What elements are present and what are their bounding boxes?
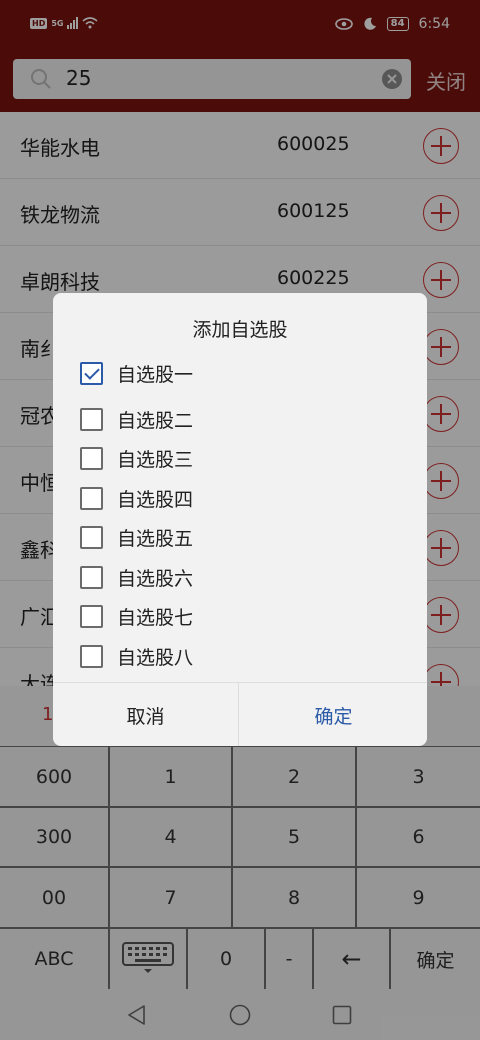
confirm-button[interactable]: 确定 bbox=[240, 683, 427, 746]
option-label: 自选股三 bbox=[117, 448, 194, 471]
option-label: 自选股二 bbox=[117, 409, 194, 432]
checkbox[interactable] bbox=[80, 486, 103, 510]
checkbox[interactable] bbox=[80, 446, 103, 470]
checkbox[interactable] bbox=[80, 525, 103, 549]
option-label: 自选股一 bbox=[117, 363, 194, 386]
checkbox[interactable] bbox=[80, 604, 103, 628]
option-label: 自选股五 bbox=[117, 527, 194, 550]
option-label: 自选股八 bbox=[117, 646, 194, 669]
checkbox[interactable] bbox=[80, 407, 103, 431]
watchlist-option-4[interactable]: 自选股四 bbox=[80, 483, 193, 513]
checkbox[interactable] bbox=[80, 565, 103, 589]
option-label: 自选股六 bbox=[117, 567, 194, 590]
watchlist-option-5[interactable]: 自选股五 bbox=[80, 522, 193, 552]
checkbox[interactable] bbox=[80, 644, 103, 668]
checkbox-checked[interactable] bbox=[80, 361, 103, 385]
dialog-footer: 取消 确定 bbox=[53, 682, 427, 746]
watchlist-option-8[interactable]: 自选股八 bbox=[80, 641, 193, 671]
option-label: 自选股七 bbox=[117, 606, 194, 629]
watchlist-option-2[interactable]: 自选股二 bbox=[80, 404, 193, 434]
watchlist-option-1[interactable]: 自选股一 bbox=[80, 358, 193, 388]
watchlist-option-3[interactable]: 自选股三 bbox=[80, 443, 193, 473]
option-label: 自选股四 bbox=[117, 488, 194, 511]
add-watchlist-dialog: 添加自选股 自选股一 自选股二 自选股三 自选股四 自选股五 自选股六 自选股七… bbox=[53, 293, 427, 746]
cancel-button[interactable]: 取消 bbox=[53, 683, 239, 746]
dialog-title: 添加自选股 bbox=[192, 319, 288, 341]
watchlist-option-6[interactable]: 自选股六 bbox=[80, 562, 193, 592]
watchlist-option-7[interactable]: 自选股七 bbox=[80, 601, 193, 631]
